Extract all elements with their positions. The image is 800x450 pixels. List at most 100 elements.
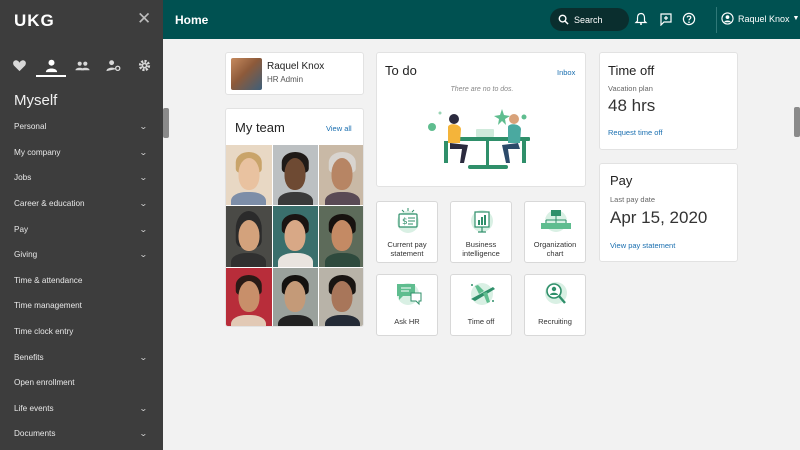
tile-recruiting[interactable]: Recruiting — [524, 274, 586, 336]
chevron-down-icon: ⌄ — [139, 250, 149, 260]
org-chart-icon — [541, 210, 571, 232]
notifications-bell-icon[interactable] — [634, 12, 648, 26]
sidebar-item-label: Time & attendance — [14, 275, 83, 285]
sidebar-item-label: Pay — [14, 224, 29, 234]
sidebar-section-title: Myself — [14, 92, 58, 109]
team-member-photo[interactable] — [272, 206, 319, 267]
main-scroll-handle[interactable] — [794, 107, 800, 137]
sidebar-item-open-enrollment[interactable]: Open enrollment — [0, 370, 163, 396]
sidebar-item-label: Benefits — [14, 352, 44, 362]
vacation-hours-value: 48 hrs — [608, 96, 656, 115]
sidebar-item-giving[interactable]: Giving ⌄ — [0, 242, 163, 268]
team-member-photo[interactable] — [319, 145, 363, 206]
chevron-down-icon: ⌄ — [139, 122, 149, 132]
sidebar-item-benefits[interactable]: Benefits ⌄ — [0, 344, 163, 370]
help-icon[interactable] — [682, 12, 696, 26]
vacation-plan-label: Vacation plan — [608, 84, 653, 93]
heart-icon[interactable] — [6, 54, 32, 76]
account-circle-icon — [721, 12, 734, 25]
avatar — [231, 58, 262, 90]
sidebar-item-label: Jobs — [14, 173, 32, 183]
profile-card[interactable]: Raquel Knox HR Admin — [225, 52, 364, 95]
my-team-card: My team View all — [225, 108, 364, 327]
sidebar-item-jobs[interactable]: Jobs ⌄ — [0, 165, 163, 191]
sidebar-item-time-management[interactable]: Time management — [0, 293, 163, 319]
tile-time-off[interactable]: Time off — [450, 274, 512, 336]
chevron-down-icon: ⌄ — [139, 403, 149, 413]
team-member-photo[interactable] — [319, 206, 363, 267]
team-member-photo[interactable] — [272, 145, 319, 206]
tile-label: Organization chart — [533, 240, 577, 258]
sidebar-item-documents[interactable]: Documents ⌄ — [0, 421, 163, 447]
close-sidebar-icon[interactable]: ✕ — [137, 9, 151, 29]
search-icon — [558, 14, 569, 25]
chevron-down-icon: ⌄ — [139, 147, 149, 157]
time-off-card: Time off Vacation plan 48 hrs Request ti… — [599, 52, 738, 150]
todo-title: To do — [385, 63, 417, 78]
chevron-down-icon: ⌄ — [139, 199, 149, 209]
last-pay-date-value: Apr 15, 2020 — [610, 208, 708, 227]
user-name: Raquel Knox — [738, 13, 790, 24]
team-member-photo[interactable] — [319, 267, 363, 326]
request-time-off-link[interactable]: Request time off — [608, 128, 662, 137]
chevron-down-icon: ⌄ — [139, 224, 149, 234]
team-member-photo[interactable] — [226, 267, 272, 326]
pay-title: Pay — [610, 173, 633, 188]
active-tab-indicator — [36, 75, 66, 77]
team-member-photo[interactable] — [272, 267, 319, 326]
ukg-logo: UKG — [14, 11, 55, 30]
sidebar-item-pay[interactable]: Pay ⌄ — [0, 216, 163, 242]
person-settings-icon[interactable] — [100, 54, 126, 76]
chevron-down-icon: ⌄ — [139, 352, 149, 362]
sidebar: UKG ✕ Myself Personal ⌄ My company ⌄ Jobs ⌄… — [0, 0, 163, 450]
tile-ask-hr[interactable]: Ask HR — [376, 274, 438, 336]
page-title: Home — [175, 13, 209, 27]
caret-down-icon: ▼ — [792, 15, 800, 22]
sidebar-item-my-company[interactable]: My company ⌄ — [0, 140, 163, 166]
recruiting-icon — [545, 282, 567, 304]
view-all-link[interactable]: View all — [326, 124, 352, 133]
sidebar-item-label: Career & education — [14, 199, 85, 209]
sidebar-item-personal[interactable]: Personal ⌄ — [0, 114, 163, 140]
tile-label: Business intelligence — [462, 240, 500, 258]
team-title: My team — [235, 120, 285, 135]
sidebar-item-career-education[interactable]: Career & education ⌄ — [0, 191, 163, 217]
feedback-icon[interactable] — [659, 12, 673, 27]
tile-current-pay-statement[interactable]: $ Current pay statement — [376, 201, 438, 263]
tile-label: Time off — [467, 317, 495, 326]
sidebar-item-life-events[interactable]: Life events ⌄ — [0, 396, 163, 422]
tile-label: Current pay statement — [387, 240, 427, 258]
todo-card: To do Inbox There are no to dos. — [376, 52, 586, 187]
chevron-down-icon: ⌄ — [139, 429, 149, 439]
search-label: Search — [574, 14, 603, 25]
view-pay-statement-link[interactable]: View pay statement — [610, 241, 675, 250]
user-menu[interactable]: Raquel Knox ▼ — [721, 12, 799, 25]
person-icon[interactable] — [38, 54, 64, 76]
tile-label: Ask HR — [394, 317, 420, 326]
team-icon[interactable] — [69, 54, 95, 76]
pay-card: Pay Last pay date Apr 15, 2020 View pay … — [599, 163, 738, 262]
meeting-illustration-icon — [428, 109, 530, 169]
time-off-icon — [471, 283, 495, 305]
tile-label: Recruiting — [538, 317, 572, 326]
team-member-photo[interactable] — [226, 145, 272, 206]
sidebar-item-label: Documents — [14, 429, 56, 439]
sidebar-nav: Personal ⌄ My company ⌄ Jobs ⌄ Career & edu… — [0, 114, 163, 447]
search-button[interactable]: Search — [550, 8, 629, 31]
sidebar-scroll-handle[interactable] — [163, 108, 169, 138]
time-off-title: Time off — [608, 63, 655, 78]
sidebar-item-label: Time clock entry — [14, 327, 74, 337]
team-member-photo[interactable] — [226, 206, 272, 267]
profile-name: Raquel Knox — [267, 61, 325, 72]
top-header: Home Search Raquel Knox ▼ — [163, 0, 800, 39]
tile-business-intelligence[interactable]: Business intelligence — [450, 201, 512, 263]
sidebar-item-time-clock-entry[interactable]: Time clock entry — [0, 319, 163, 345]
tile-organization-chart[interactable]: Organization chart — [524, 201, 586, 263]
sidebar-item-label: Open enrollment — [14, 378, 75, 388]
inbox-link[interactable]: Inbox — [557, 68, 575, 77]
todo-empty-message: There are no to dos. — [450, 86, 514, 93]
sidebar-icon-tabs — [0, 54, 163, 76]
gear-icon[interactable] — [131, 54, 157, 76]
sidebar-item-label: Giving — [14, 250, 38, 260]
sidebar-item-time-attendance[interactable]: Time & attendance — [0, 268, 163, 294]
